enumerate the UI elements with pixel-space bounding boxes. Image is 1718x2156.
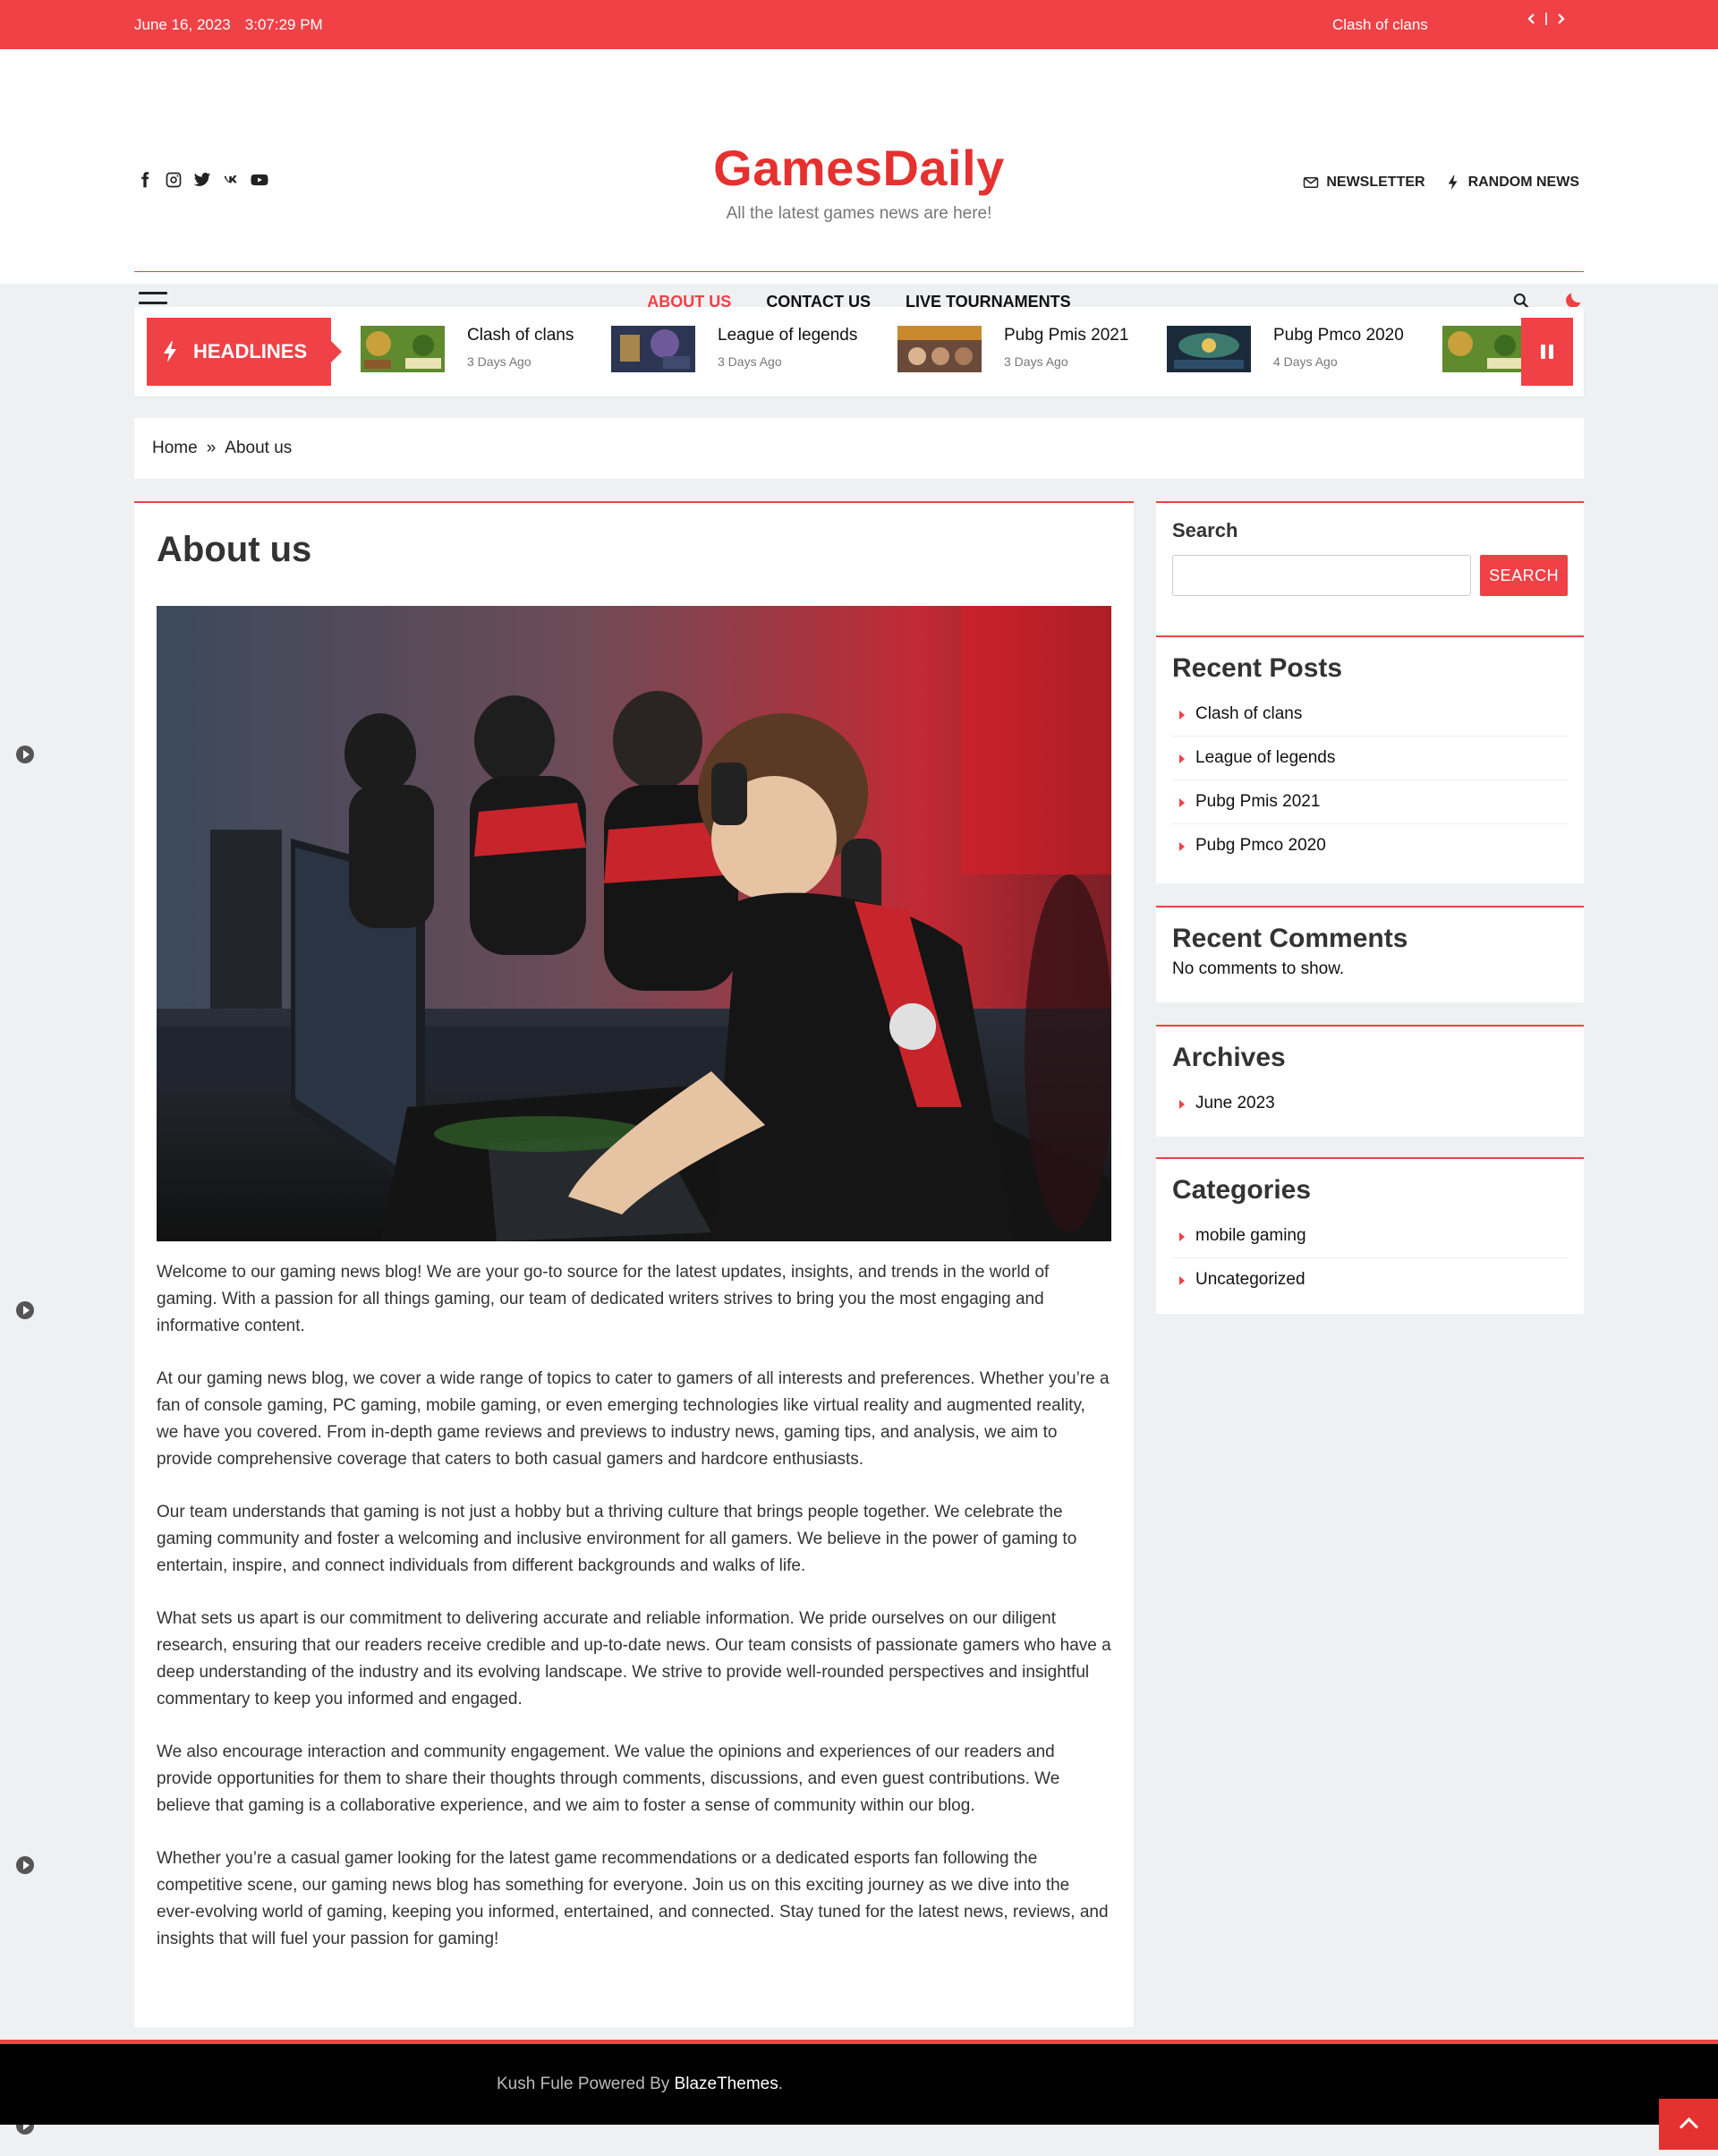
categories-list: mobile gaming Uncategorized	[1172, 1214, 1568, 1301]
bolt-icon	[1448, 175, 1458, 191]
headline-thumbnail	[1167, 326, 1251, 372]
headline-title[interactable]: Pubg Pmco 2020	[1273, 326, 1404, 345]
recent-comments-widget: Recent Comments No comments to show.	[1156, 906, 1584, 1002]
headlines-ticker: HEADLINES Clash of clans 3 Days Ago Leagu…	[134, 307, 1584, 396]
pause-button[interactable]	[1521, 318, 1573, 386]
bolt-icon	[164, 341, 176, 362]
archives-widget: Archives June 2023	[1156, 1025, 1584, 1137]
site-footer: Kush Fule Powered By BlazeThemes.	[0, 2044, 1718, 2125]
random-news-link[interactable]: RANDOM NEWS	[1445, 175, 1579, 191]
headlines-label-text: HEADLINES	[193, 340, 308, 362]
breadcrumb-separator: »	[206, 439, 217, 457]
site-header: GamesDaily All the latest games news are…	[0, 49, 1718, 313]
current-date: June 16, 2023	[134, 16, 231, 33]
top-ticker-item[interactable]: Clash of clans	[1332, 16, 1428, 34]
footer-credit-prefix: Kush Fule Powered By	[497, 2075, 675, 2093]
nav-divider	[134, 271, 1584, 272]
headline-date: 4 Days Ago	[1273, 354, 1338, 369]
header-links: NEWSLETTER RANDOM NEWS	[1303, 175, 1579, 191]
page-title: About us	[157, 530, 312, 569]
top-bar: June 16, 2023 3:07:29 PM Clash of clans	[0, 0, 1718, 49]
newsletter-link[interactable]: NEWSLETTER	[1303, 175, 1425, 191]
envelope-icon	[1304, 177, 1319, 188]
play-icon[interactable]	[16, 746, 34, 763]
recent-post-link[interactable]: Pubg Pmis 2021	[1172, 780, 1568, 824]
widget-title: Recent Posts	[1172, 653, 1343, 683]
categories-widget: Categories mobile gaming Uncategorized	[1156, 1157, 1584, 1314]
breadcrumb-current: About us	[225, 439, 293, 457]
chevron-left-icon[interactable]	[1527, 13, 1536, 25]
headline-thumbnail	[897, 326, 982, 372]
widget-title: Search	[1172, 519, 1238, 541]
widget-title: Categories	[1172, 1175, 1312, 1205]
headline-thumbnail	[1442, 326, 1527, 372]
headlines-list: Clash of clans 3 Days Ago League of legen…	[361, 323, 1550, 372]
article-paragraph: At our gaming news blog, we cover a wide…	[157, 1369, 1110, 1469]
widget-title: Archives	[1172, 1043, 1286, 1072]
search-input[interactable]	[1172, 555, 1472, 596]
search-button[interactable]: SEARCH	[1480, 555, 1568, 596]
headline-item[interactable]: League of legends 3 Days Ago	[611, 323, 897, 372]
chevron-right-icon[interactable]	[1556, 13, 1565, 25]
play-icon[interactable]	[16, 1301, 34, 1319]
newsletter-label: NEWSLETTER	[1326, 175, 1425, 190]
search-widget: Search SEARCH	[1156, 501, 1584, 637]
category-link[interactable]: mobile gaming	[1172, 1214, 1568, 1258]
main-article: About us Welcome to our gaming news blog…	[134, 501, 1134, 2027]
headline-item[interactable]: Pubg Pmis 2021 3 Days Ago	[897, 323, 1167, 372]
footer-credit-suffix: .	[778, 2075, 783, 2093]
recent-posts-widget: Recent Posts Clash of clans League of le…	[1156, 635, 1584, 883]
widget-title: Recent Comments	[1172, 924, 1408, 953]
article-paragraph: What sets us apart is our commitment to …	[157, 1609, 1111, 1709]
random-news-label: RANDOM NEWS	[1467, 175, 1579, 190]
headlines-label: HEADLINES	[147, 318, 342, 386]
recent-post-link[interactable]: League of legends	[1172, 737, 1568, 780]
article-paragraph: Welcome to our gaming news blog! We are …	[157, 1263, 1050, 1335]
play-icon[interactable]	[16, 1856, 34, 1874]
headline-item[interactable]: Clash of clans 3 Days Ago	[361, 323, 611, 372]
headline-date: 3 Days Ago	[467, 354, 532, 369]
current-time: 3:07:29 PM	[244, 16, 323, 33]
article-body: Welcome to our gaming news blog! We are …	[157, 1259, 1111, 1979]
headline-title[interactable]: League of legends	[718, 326, 857, 345]
headline-date: 3 Days Ago	[718, 354, 782, 369]
headline-title[interactable]: Pubg Pmis 2021	[1004, 326, 1128, 345]
article-paragraph: Whether you’re a casual gamer looking fo…	[157, 1849, 1109, 1948]
divider	[1545, 13, 1547, 25]
recent-post-link[interactable]: Pubg Pmco 2020	[1172, 824, 1568, 867]
headline-date: 3 Days Ago	[1004, 354, 1068, 369]
featured-image	[157, 606, 1111, 1241]
no-comments-note: No comments to show.	[1172, 959, 1345, 978]
recent-post-link[interactable]: Clash of clans	[1172, 693, 1568, 737]
article-paragraph: We also encourage interaction and commun…	[157, 1743, 1060, 1815]
site-tagline: All the latest games news are here!	[726, 204, 992, 223]
footer-credit: Kush Fule Powered By BlazeThemes.	[497, 2075, 783, 2094]
headline-item[interactable]: Pubg Pmco 2020 4 Days Ago	[1167, 323, 1442, 372]
ticker-controls	[1527, 13, 1565, 25]
headline-thumbnail	[611, 326, 695, 372]
headline-thumbnail	[361, 326, 445, 372]
category-link[interactable]: Uncategorized	[1172, 1258, 1568, 1301]
breadcrumb-home[interactable]: Home	[152, 439, 198, 457]
article-paragraph: Our team understands that gaming is not …	[157, 1503, 1077, 1575]
archives-list: June 2023	[1172, 1082, 1568, 1125]
headline-title[interactable]: Clash of clans	[467, 326, 574, 345]
date-time: June 16, 2023 3:07:29 PM	[134, 16, 323, 34]
recent-posts-list: Clash of clans League of legends Pubg Pm…	[1172, 693, 1568, 867]
footer-brand-link[interactable]: BlazeThemes	[675, 2075, 778, 2093]
scroll-to-top-button[interactable]	[1659, 2099, 1718, 2150]
archive-link[interactable]: June 2023	[1172, 1082, 1568, 1125]
breadcrumb: Home » About us	[134, 418, 1584, 479]
